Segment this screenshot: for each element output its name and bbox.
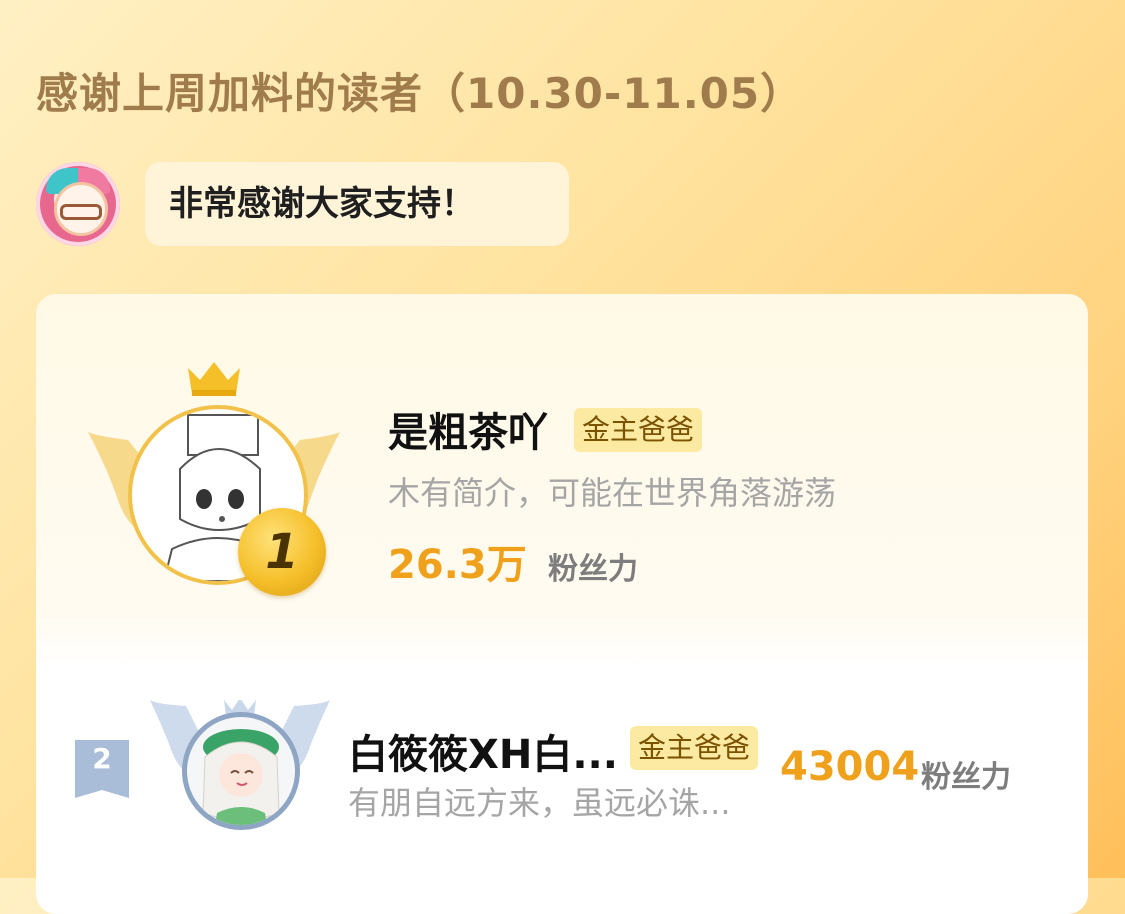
user-bio-rank-1: 木有简介，可能在世界角落游荡 [388, 474, 837, 512]
user-avatar-rank-2[interactable] [182, 712, 300, 830]
page-title: 感谢上周加料的读者（10.30-11.05） [36, 69, 804, 118]
fan-power-label-rank-1: 粉丝力 [548, 552, 638, 587]
username-rank-2[interactable]: 白筱筱XH白... [348, 722, 618, 780]
rank-2-number: 2 [92, 742, 112, 775]
username-rank-1[interactable]: 是粗茶吖 [388, 400, 548, 458]
fan-power-label-rank-2: 粉丝力 [921, 760, 1011, 795]
user-bio-rank-2: 有朋自远方来，虽远必诛... [348, 784, 731, 822]
glasses-icon [60, 204, 102, 220]
host-avatar[interactable] [36, 162, 120, 246]
thanks-message-bubble: 非常感谢大家支持！ [145, 162, 569, 246]
fan-power-value-rank-2: 43004 [780, 744, 920, 790]
crown-icon [188, 362, 240, 396]
fan-power-value-rank-1: 26.3万 [388, 542, 527, 588]
supporter-badge: 金主爸爸 [574, 408, 703, 452]
supporter-badge: 金主爸爸 [630, 726, 759, 770]
rank-1-medal: 1 [238, 508, 326, 596]
anime-character-icon [202, 729, 280, 825]
